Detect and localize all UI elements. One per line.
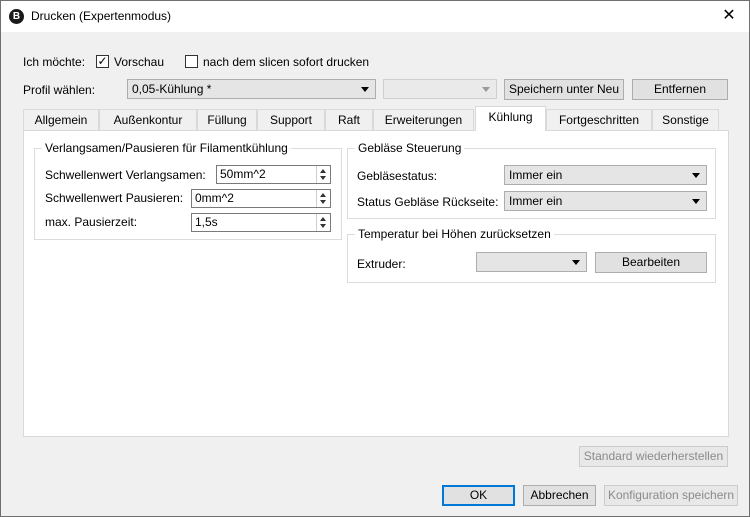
fan-back-select[interactable]: Immer ein [504, 191, 707, 211]
pause-threshold-value: 0mm^2 [195, 191, 234, 205]
want-label: Ich möchte: [23, 55, 86, 69]
title-bar: B Drucken (Expertenmodus) ✕ [1, 1, 749, 32]
slow-threshold-input[interactable]: 50mm^2 [216, 165, 331, 184]
preview-checkbox[interactable]: ✓ [96, 55, 109, 68]
window-title: Drucken (Expertenmodus) [31, 9, 172, 23]
profile-select[interactable]: 0,05-Kühlung * [127, 79, 376, 99]
cooling-tab-panel: Verlangsamen/Pausieren für Filamentkühlu… [23, 130, 729, 437]
ok-button[interactable]: OK [442, 485, 515, 506]
spin-up-icon[interactable] [320, 193, 326, 197]
chevron-down-icon [361, 87, 369, 92]
tab-kuehlung[interactable]: Kühlung [475, 106, 546, 131]
slowdown-group: Verlangsamen/Pausieren für Filamentkühlu… [34, 141, 342, 240]
max-pause-label: max. Pausierzeit: [45, 215, 138, 229]
max-pause-value: 1,5s [195, 215, 218, 229]
slice-print-checkbox[interactable] [185, 55, 198, 68]
edit-button[interactable]: Bearbeiten [595, 252, 707, 273]
spin-up-icon[interactable] [320, 217, 326, 221]
spinner-buttons[interactable] [316, 214, 330, 231]
save-configuration-button[interactable]: Konfiguration speichern [604, 485, 738, 506]
slow-threshold-value: 50mm^2 [220, 167, 266, 181]
close-icon[interactable]: ✕ [709, 1, 749, 32]
temperature-reset-group-title: Temperatur bei Höhen zurücksetzen [355, 227, 554, 241]
pause-threshold-input[interactable]: 0mm^2 [191, 189, 331, 208]
slowdown-group-title: Verlangsamen/Pausieren für Filamentkühlu… [42, 141, 291, 155]
secondary-profile-select[interactable] [383, 79, 497, 99]
temperature-reset-group: Temperatur bei Höhen zurücksetzen Extrud… [347, 227, 716, 283]
spinner-buttons[interactable] [316, 190, 330, 207]
tab-allgemein[interactable]: Allgemein [23, 109, 99, 131]
spin-down-icon[interactable] [320, 224, 326, 228]
chevron-down-icon [692, 173, 700, 178]
preview-label[interactable]: Vorschau [114, 55, 164, 69]
fan-status-label: Gebläsestatus: [357, 169, 438, 183]
restore-defaults-button[interactable]: Standard wiederherstellen [579, 446, 728, 467]
chevron-down-icon [692, 199, 700, 204]
spin-down-icon[interactable] [320, 200, 326, 204]
spin-up-icon[interactable] [320, 169, 326, 173]
tab-fuellung[interactable]: Füllung [197, 109, 257, 131]
slow-threshold-label: Schwellenwert Verlangsamen: [45, 168, 206, 182]
save-as-new-button[interactable]: Speichern unter Neu [504, 79, 624, 100]
tab-fortgeschritten[interactable]: Fortgeschritten [546, 109, 652, 131]
profile-label: Profil wählen: [23, 83, 96, 97]
fan-status-select[interactable]: Immer ein [504, 165, 707, 185]
fan-back-value: Immer ein [509, 194, 563, 208]
fan-control-group: Gebläse Steuerung Gebläsestatus: Immer e… [347, 141, 716, 219]
tab-aussenkontur[interactable]: Außenkontur [99, 109, 197, 131]
extruder-select[interactable] [476, 252, 587, 272]
spinner-buttons[interactable] [316, 166, 330, 183]
fan-control-group-title: Gebläse Steuerung [355, 141, 465, 155]
extruder-label: Extruder: [357, 257, 406, 271]
max-pause-input[interactable]: 1,5s [191, 213, 331, 232]
tab-support[interactable]: Support [257, 109, 325, 131]
cancel-button[interactable]: Abbrechen [523, 485, 596, 506]
fan-back-label: Status Gebläse Rückseite: [357, 195, 499, 209]
chevron-down-icon [572, 260, 580, 265]
slice-print-label[interactable]: nach dem slicen sofort drucken [203, 55, 369, 69]
tab-sonstige[interactable]: Sonstige [652, 109, 719, 131]
chevron-down-icon [482, 87, 490, 92]
tab-erweiterungen[interactable]: Erweiterungen [373, 109, 474, 131]
remove-button[interactable]: Entfernen [632, 79, 728, 100]
spin-down-icon[interactable] [320, 176, 326, 180]
fan-status-value: Immer ein [509, 168, 563, 182]
print-dialog-window: B Drucken (Expertenmodus) ✕ Ich möchte: … [0, 0, 750, 517]
pause-threshold-label: Schwellenwert Pausieren: [45, 191, 184, 205]
profile-select-value: 0,05-Kühlung * [132, 82, 212, 96]
app-logo-icon: B [9, 9, 24, 24]
tab-raft[interactable]: Raft [325, 109, 373, 131]
